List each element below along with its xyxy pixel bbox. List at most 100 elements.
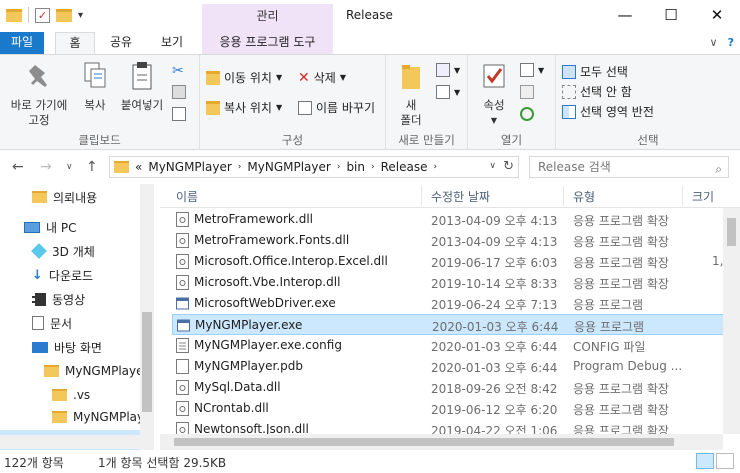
table-row[interactable]: Microsoft.Vbe.Interop.dll 2019-10-14 오후 8… (172, 272, 724, 293)
pin-quick-access-button[interactable]: 바로 가기에 고정 (4, 61, 74, 128)
file-list-scrollbar[interactable] (723, 208, 740, 434)
nav-pane-scrollbar[interactable] (140, 184, 154, 450)
properties-button[interactable]: 속성 ▼ (476, 61, 512, 128)
contextual-tab-manage[interactable]: 관리 (202, 4, 333, 32)
move-to-button[interactable]: 이동 위치 ▼ (206, 69, 282, 86)
folder-icon[interactable] (6, 8, 22, 22)
details-view-icon[interactable] (696, 453, 714, 469)
tab-home[interactable]: 홈 (55, 32, 95, 55)
edit-button[interactable] (520, 85, 534, 99)
recent-locations-chevron-icon[interactable]: ∨ (66, 162, 73, 172)
search-input[interactable]: Release 검색 ⌕ (529, 156, 729, 178)
nav-item-videos[interactable]: 동영상 (0, 288, 140, 310)
tab-file[interactable]: 파일 (0, 32, 44, 54)
table-row[interactable]: Microsoft.Office.Interop.Excel.dll 2019-0… (172, 251, 724, 272)
easy-access-button[interactable]: ▼ (436, 85, 460, 99)
maximize-button[interactable]: ☐ (648, 0, 694, 30)
table-row[interactable]: NCrontab.dll 2019-06-12 오후 6:20 응용 프로그램 확장 (172, 398, 724, 419)
breadcrumb-separator-icon[interactable]: › (238, 162, 242, 172)
column-divider[interactable] (682, 186, 683, 206)
address-bar[interactable]: « MyNGMPlayer › MyNGMPlayer › bin › Rele… (109, 156, 519, 178)
breadcrumb-separator-icon[interactable]: › (434, 162, 438, 172)
open-button[interactable]: ▼ (520, 63, 544, 77)
scrollbar-thumb[interactable] (174, 438, 674, 446)
search-icon[interactable]: ⌕ (715, 159, 722, 179)
large-icons-view-icon[interactable] (716, 453, 734, 469)
nav-item-downloads[interactable]: ↓ 다운로드 (0, 264, 140, 286)
select-none-button[interactable]: 선택 안 함 (562, 83, 632, 100)
copy-to-button[interactable]: 복사 위치 ▼ (206, 99, 282, 116)
tab-share[interactable]: 공유 (101, 32, 141, 54)
table-row[interactable]: MetroFramework.Fonts.dll 2013-04-09 오후 4:… (172, 230, 724, 251)
nav-item-3d-objects[interactable]: 3D 개체 (0, 240, 140, 262)
exe-icon (177, 318, 190, 333)
address-dropdown-chevron-icon[interactable]: ∨ (489, 161, 496, 171)
breadcrumb-item[interactable]: Release (381, 160, 428, 174)
table-row[interactable]: MyNGMPlayer.pdb 2020-01-03 오후 6:44 Program… (172, 356, 724, 377)
copy-path-button[interactable] (172, 85, 186, 99)
nav-item-this-pc[interactable]: 내 PC (0, 216, 140, 238)
new-item-button[interactable]: ▼ (436, 63, 460, 77)
copy-button[interactable]: 복사 (78, 61, 112, 113)
refresh-icon[interactable]: ↻ (503, 159, 514, 174)
column-header-size[interactable]: 크기 (692, 188, 714, 205)
table-row[interactable]: MySql.Data.dll 2018-09-26 오전 8:42 응용 프로그램 … (172, 377, 724, 398)
tab-application-tools[interactable]: 응용 프로그램 도구 (202, 32, 333, 54)
properties-icon[interactable]: ✓ (35, 7, 50, 23)
new-folder-label-line2: 폴더 (400, 113, 422, 127)
paste-button[interactable]: 붙여넣기 (116, 61, 168, 113)
breadcrumb-separator-icon[interactable]: › (337, 162, 341, 172)
table-row[interactable]: MyNGMPlayer.exe 2020-01-03 오후 6:44 응용 프로그램 (172, 314, 724, 335)
tab-view[interactable]: 보기 (151, 32, 193, 54)
column-header-row: ^ 이름 수정한 날짜 유형 크기 (160, 184, 740, 208)
new-folder-icon[interactable] (56, 8, 72, 22)
column-header-date[interactable]: 수정한 날짜 (431, 188, 490, 205)
scrollbar-thumb[interactable] (727, 218, 736, 246)
back-arrow-icon[interactable]: ← (12, 159, 24, 175)
select-none-icon (562, 84, 576, 99)
invert-selection-button[interactable]: 선택 영역 반전 (562, 103, 654, 120)
select-all-button[interactable]: 모두 선택 (562, 63, 628, 80)
history-button[interactable] (520, 107, 534, 121)
breadcrumb-separator-icon[interactable]: › (371, 162, 375, 172)
breadcrumb-item[interactable]: MyNGMPlayer (148, 160, 231, 174)
pin-label-line1: 바로 가기에 (10, 98, 68, 112)
rename-button[interactable]: 이름 바꾸기 (298, 99, 375, 116)
close-button[interactable]: ✕ (694, 0, 740, 30)
dll-icon (176, 380, 189, 395)
table-row[interactable]: MyNGMPlayer.exe.config 2020-01-03 오후 6:44… (172, 335, 724, 356)
scrollbar-thumb[interactable] (142, 312, 152, 412)
nav-item-vs[interactable]: .vs (0, 384, 140, 406)
nav-item-documents[interactable]: 문서 (0, 312, 140, 334)
breadcrumb-item[interactable]: bin (346, 160, 365, 174)
table-row[interactable]: MetroFramework.dll 2013-04-09 오후 4:13 응용 프… (172, 209, 724, 230)
table-row[interactable]: MicrosoftWebDriver.exe 2019-06-24 오후 7:13… (172, 293, 724, 314)
minimize-button[interactable]: — (602, 0, 648, 30)
nav-pane-horizontal-scrollbar[interactable] (0, 435, 154, 449)
expand-ribbon-chevron-icon[interactable]: ∨ (710, 36, 718, 49)
file-list-horizontal-scrollbar[interactable] (160, 434, 723, 450)
nav-item-desktop[interactable]: 바탕 화면 (0, 336, 140, 358)
help-icon[interactable]: ? (728, 36, 734, 49)
paste-shortcut-button[interactable] (172, 107, 186, 121)
column-divider[interactable] (421, 186, 422, 206)
column-divider[interactable] (563, 186, 564, 206)
select-all-icon (562, 64, 576, 79)
up-arrow-icon[interactable]: ↑ (86, 159, 98, 175)
cut-button[interactable]: ✂ (172, 63, 184, 79)
nav-item-request-content[interactable]: 의뢰내용 (0, 186, 140, 208)
column-header-type[interactable]: 유형 (573, 188, 595, 205)
column-header-name[interactable]: 이름 (176, 188, 198, 205)
pin-icon (29, 65, 47, 87)
breadcrumb-item[interactable]: MyNGMPlayer (247, 160, 330, 174)
customize-qat-chevron-icon[interactable]: ▾ (78, 10, 83, 21)
dropdown-arrow-icon: ▼ (454, 65, 461, 75)
nav-item-myngmplayer[interactable]: MyNGMPlayer (0, 360, 148, 382)
forward-arrow-icon[interactable]: → (40, 159, 52, 175)
nav-item-myngmplayer-sub[interactable]: MyNGMPlaye (0, 406, 140, 428)
breadcrumb-overflow[interactable]: « (135, 160, 142, 174)
file-type: 응용 프로그램 확장 (573, 403, 669, 417)
new-folder-button[interactable]: 새 폴더 (396, 61, 426, 128)
delete-button[interactable]: ✕ 삭제 ▼ (298, 69, 346, 86)
properties-check-icon (483, 64, 505, 88)
